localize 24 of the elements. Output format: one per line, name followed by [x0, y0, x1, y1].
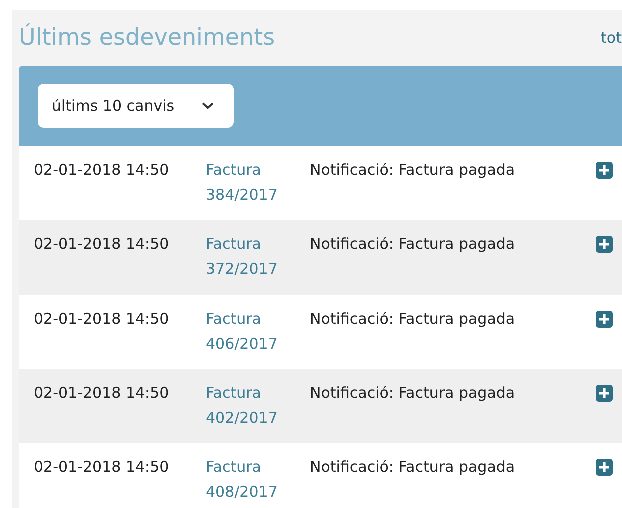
- event-date: 02-01-2018 14:50: [33, 308, 170, 330]
- invoice-link[interactable]: Factura 402/2017: [206, 380, 310, 431]
- invoice-link[interactable]: Factura 384/2017: [206, 158, 310, 208]
- event-date: 02-01-2018 14:50: [33, 457, 170, 478]
- expand-icon[interactable]: [596, 310, 613, 328]
- expand-icon[interactable]: [596, 384, 613, 402]
- event-description: Notificació: Factura pagada: [310, 160, 516, 181]
- event-description: Notificació: Factura pagada: [310, 308, 516, 330]
- caret-icon: [202, 102, 214, 110]
- expand-icon[interactable]: [596, 162, 613, 179]
- invoice-link[interactable]: Factura 408/2017: [206, 455, 310, 506]
- event-description: Notificació: Factura pagada: [310, 382, 516, 404]
- section-title: Últims esdeveniments: [19, 25, 276, 51]
- event-date: 02-01-2018 14:50: [33, 160, 170, 181]
- event-description: Notificació: Factura pagada: [310, 457, 516, 478]
- all-link[interactable]: tot: [601, 29, 622, 47]
- filter-dropdown[interactable]: últims 10 canvis: [38, 84, 234, 128]
- event-date: 02-01-2018 14:50: [33, 234, 170, 256]
- event-description: Notificació: Factura pagada: [310, 234, 516, 256]
- event-date: 02-01-2018 14:50: [33, 382, 170, 404]
- expand-icon[interactable]: [596, 459, 613, 476]
- invoice-link[interactable]: Factura 372/2017: [206, 232, 310, 282]
- invoice-link[interactable]: Factura 406/2017: [206, 306, 310, 357]
- expand-icon[interactable]: [596, 236, 613, 254]
